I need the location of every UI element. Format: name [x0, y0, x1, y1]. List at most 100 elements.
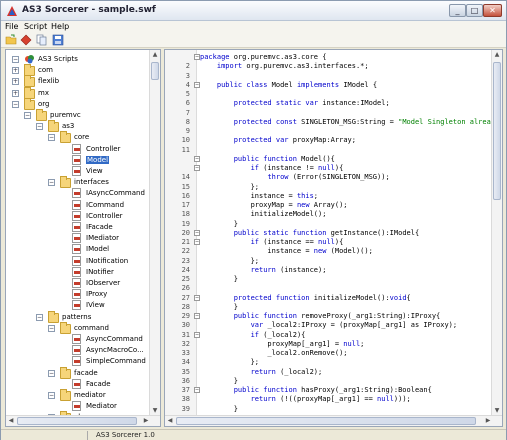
collapse-icon[interactable]: − [48, 134, 55, 142]
tree-hscroll-thumb[interactable] [17, 417, 137, 425]
fold-toggle-icon[interactable]: − [194, 313, 200, 319]
tree-item-label: INotification [86, 256, 129, 265]
folder-icon [60, 321, 71, 334]
tree-item-label: mx [38, 88, 49, 97]
code-line: }; [200, 182, 260, 191]
window-title: AS3 Sorcerer - sample.swf [22, 5, 156, 15]
tree-vertical-scrollbar[interactable]: ▲ ▼ [149, 50, 160, 416]
class-file-icon [72, 345, 81, 356]
folder-icon [36, 109, 47, 121]
collapse-icon[interactable]: − [48, 369, 55, 377]
tree-scroll-thumb[interactable] [151, 62, 159, 80]
line-number: 8 [185, 117, 190, 126]
tree-item-label: IView [86, 301, 105, 310]
line-number: 19 [181, 219, 190, 228]
folder-icon [60, 366, 71, 379]
expand-icon[interactable]: + [12, 78, 19, 86]
tree-item-label: IController [86, 211, 123, 220]
collapse-icon[interactable]: − [24, 112, 31, 119]
scroll-left-icon[interactable]: ◀ [165, 416, 175, 426]
menu-script[interactable]: Script [24, 22, 47, 31]
line-number: 14 [181, 173, 190, 182]
scroll-right-icon[interactable]: ▶ [141, 416, 151, 426]
collapse-icon[interactable]: − [12, 56, 19, 63]
code-line: protected var proxyMap:Array; [233, 136, 356, 145]
fold-toggle-icon[interactable]: − [194, 331, 200, 338]
tree-root-label: AS3 Scripts [38, 55, 78, 63]
collapse-icon[interactable]: − [48, 179, 55, 187]
code-line: } [200, 302, 238, 311]
collapse-icon[interactable]: − [36, 123, 43, 131]
code-vertical-scrollbar[interactable]: ▲ ▼ [491, 50, 502, 416]
fold-toggle-icon[interactable]: − [194, 165, 200, 171]
tree-item-label: command [74, 323, 109, 332]
minimize-button[interactable]: _ [449, 4, 466, 17]
code-line: public class Model implements IModel { [216, 80, 378, 89]
collapse-icon[interactable]: − [48, 324, 55, 332]
tree-item-label: puremvc [50, 111, 81, 119]
code-line: _local2.onRemove(); [200, 349, 348, 357]
line-number: 24 [181, 265, 190, 274]
class-file-icon [72, 356, 81, 367]
scroll-right-icon[interactable]: ▶ [483, 416, 493, 426]
class-file-icon [72, 143, 81, 154]
collapse-icon[interactable]: − [12, 100, 19, 108]
stop-icon[interactable] [20, 34, 32, 46]
fold-toggle-icon[interactable]: − [194, 387, 200, 393]
fold-toggle-icon[interactable]: − [194, 239, 200, 245]
script-tree-panel[interactable]: − AS3 Scripts + com + flexlib + mx − org − puremvc −… [5, 49, 161, 427]
line-number: 11 [181, 145, 190, 154]
fold-toggle-icon[interactable]: − [194, 81, 200, 88]
code-hscroll-thumb[interactable] [176, 417, 476, 425]
scroll-up-icon[interactable]: ▲ [492, 50, 502, 60]
close-button[interactable]: ✕ [483, 4, 502, 17]
code-line: if (_local2){ [250, 330, 306, 339]
line-number: 37 [181, 386, 190, 394]
tree-item-label: IFacade [86, 223, 113, 231]
class-file-icon [72, 255, 81, 266]
tree-item-label: IMediator [86, 234, 119, 243]
menu-file[interactable]: File [5, 22, 18, 31]
tree-item-label: IObserver [86, 279, 121, 287]
code-line: } [200, 376, 238, 385]
line-number: 33 [181, 349, 190, 357]
save-icon[interactable] [52, 34, 64, 46]
expand-icon[interactable]: + [12, 67, 19, 75]
code-line: instance = this; [200, 191, 319, 200]
maximize-button[interactable]: □ [466, 4, 483, 17]
tree-horizontal-scrollbar[interactable]: ◀ ▶ [6, 415, 160, 426]
fold-toggle-icon[interactable]: − [194, 54, 200, 60]
line-number: 27 [181, 293, 190, 302]
line-number: 20 [181, 228, 190, 237]
tree-item-label: interfaces [74, 178, 109, 187]
code-line: } [200, 404, 238, 413]
tree-item-label: Facade [86, 379, 111, 388]
menu-help[interactable]: Help [51, 22, 69, 31]
code-scroll-thumb[interactable] [493, 62, 501, 200]
code-line: public function Model(){ [233, 154, 335, 163]
fold-toggle-icon[interactable]: − [194, 229, 200, 236]
line-number: 5 [185, 90, 190, 98]
code-horizontal-scrollbar[interactable]: ◀ ▶ [165, 415, 502, 426]
scroll-up-icon[interactable]: ▲ [150, 50, 160, 60]
collapse-icon[interactable]: − [36, 313, 43, 321]
code-line: public function removeProxy(_arg1:String… [233, 312, 441, 320]
fold-toggle-icon[interactable]: − [194, 155, 200, 162]
expand-icon[interactable]: + [12, 89, 19, 97]
folder-icon [48, 310, 59, 323]
fold-toggle-icon[interactable]: − [194, 294, 200, 301]
toolbar [1, 33, 506, 48]
copy-icon[interactable] [36, 34, 48, 46]
class-file-icon [72, 166, 81, 176]
code-editor[interactable]: package org.puremvc.as3.core {−2 import … [164, 49, 503, 427]
line-number: 29 [181, 312, 190, 320]
open-icon[interactable] [5, 34, 17, 46]
class-file-icon [72, 278, 81, 288]
collapse-icon[interactable]: − [48, 392, 55, 399]
folder-icon [60, 176, 71, 189]
tree-item-label: mediator [74, 391, 106, 399]
line-number: 18 [181, 210, 190, 219]
scroll-left-icon[interactable]: ◀ [6, 416, 16, 426]
tree-item-label: ICommand [86, 200, 125, 209]
tree-item-label: Model [86, 155, 110, 164]
